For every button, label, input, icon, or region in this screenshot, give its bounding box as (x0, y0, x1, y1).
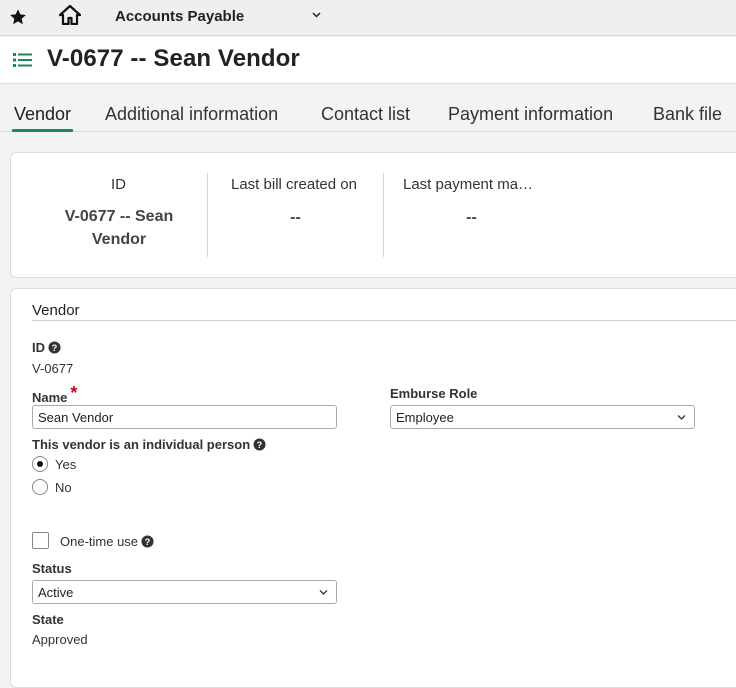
state-value: Approved (32, 632, 88, 647)
svg-text:?: ? (257, 440, 263, 450)
status-select[interactable]: Active (32, 580, 337, 604)
id-value: V-0677 (32, 361, 74, 376)
individual-yes-radio[interactable] (32, 456, 48, 472)
id-label: ID? (32, 340, 61, 355)
chevron-down-icon (677, 415, 686, 420)
tab-contact-list[interactable]: Contact list (321, 104, 410, 125)
section-divider (32, 320, 736, 321)
chevron-down-icon[interactable] (311, 10, 322, 20)
module-selector[interactable]: Accounts Payable (115, 8, 244, 25)
status-label: Status (32, 561, 72, 576)
vendor-form-section: Vendor ID? V-0677 Name* Emburse Role Emp… (10, 288, 736, 688)
emburse-role-value: Employee (396, 410, 454, 425)
individual-yes-label: Yes (55, 457, 77, 472)
summary-last-payment-label: Last payment ma… (403, 176, 534, 193)
tab-vendor[interactable]: Vendor (11, 104, 74, 132)
one-time-use-label: One-time use? (60, 534, 154, 549)
name-label: Name * (32, 383, 78, 407)
individual-person-label: This vendor is an individual person? (32, 437, 266, 452)
chevron-down-icon (319, 590, 328, 595)
svg-text:?: ? (52, 343, 58, 353)
top-navigation-bar: Accounts Payable (0, 0, 736, 36)
summary-last-payment: Last payment ma… -- (384, 153, 559, 277)
name-label-text: Name (32, 390, 68, 405)
one-time-use-checkbox[interactable] (32, 532, 49, 549)
star-icon[interactable] (9, 8, 27, 26)
list-icon[interactable] (13, 52, 32, 68)
summary-id-value-line2: Vendor (91, 231, 147, 248)
tab-bar: Vendor Additional information Contact li… (0, 84, 736, 132)
required-indicator: * (70, 383, 78, 403)
tab-additional-information[interactable]: Additional information (105, 104, 278, 125)
emburse-role-select[interactable]: Employee (390, 405, 695, 429)
individual-person-label-text: This vendor is an individual person (32, 437, 251, 452)
page-header: V-0677 -- Sean Vendor (0, 37, 736, 84)
tab-bank-file[interactable]: Bank file (653, 104, 722, 125)
state-label: State (32, 612, 64, 627)
individual-no-radio[interactable] (32, 479, 48, 495)
individual-no-label: No (55, 480, 72, 495)
summary-last-payment-value: -- (466, 209, 477, 226)
summary-id-label: ID (111, 176, 126, 193)
summary-id: ID V-0677 -- Sean Vendor (11, 153, 207, 277)
summary-id-value: V-0677 -- Sean Vendor (11, 205, 227, 251)
summary-last-bill: Last bill created on -- (208, 153, 383, 277)
one-time-use-label-text: One-time use (60, 534, 139, 549)
id-label-text: ID (32, 340, 45, 355)
summary-id-value-line1: V-0677 -- Sean (64, 208, 174, 225)
summary-last-bill-value: -- (290, 209, 301, 226)
home-icon[interactable] (59, 5, 81, 25)
tab-payment-information[interactable]: Payment information (448, 104, 613, 125)
page-title: V-0677 -- Sean Vendor (47, 45, 300, 72)
summary-card: ID V-0677 -- Sean Vendor Last bill creat… (10, 152, 736, 278)
section-title: Vendor (32, 302, 80, 319)
help-icon[interactable]: ? (253, 438, 266, 451)
help-icon[interactable]: ? (141, 535, 154, 548)
svg-text:?: ? (145, 537, 151, 547)
help-icon[interactable]: ? (48, 341, 61, 354)
emburse-role-label: Emburse Role (390, 386, 478, 401)
summary-last-bill-label: Last bill created on (231, 176, 357, 193)
status-value: Active (38, 585, 74, 600)
name-input[interactable] (32, 405, 337, 429)
